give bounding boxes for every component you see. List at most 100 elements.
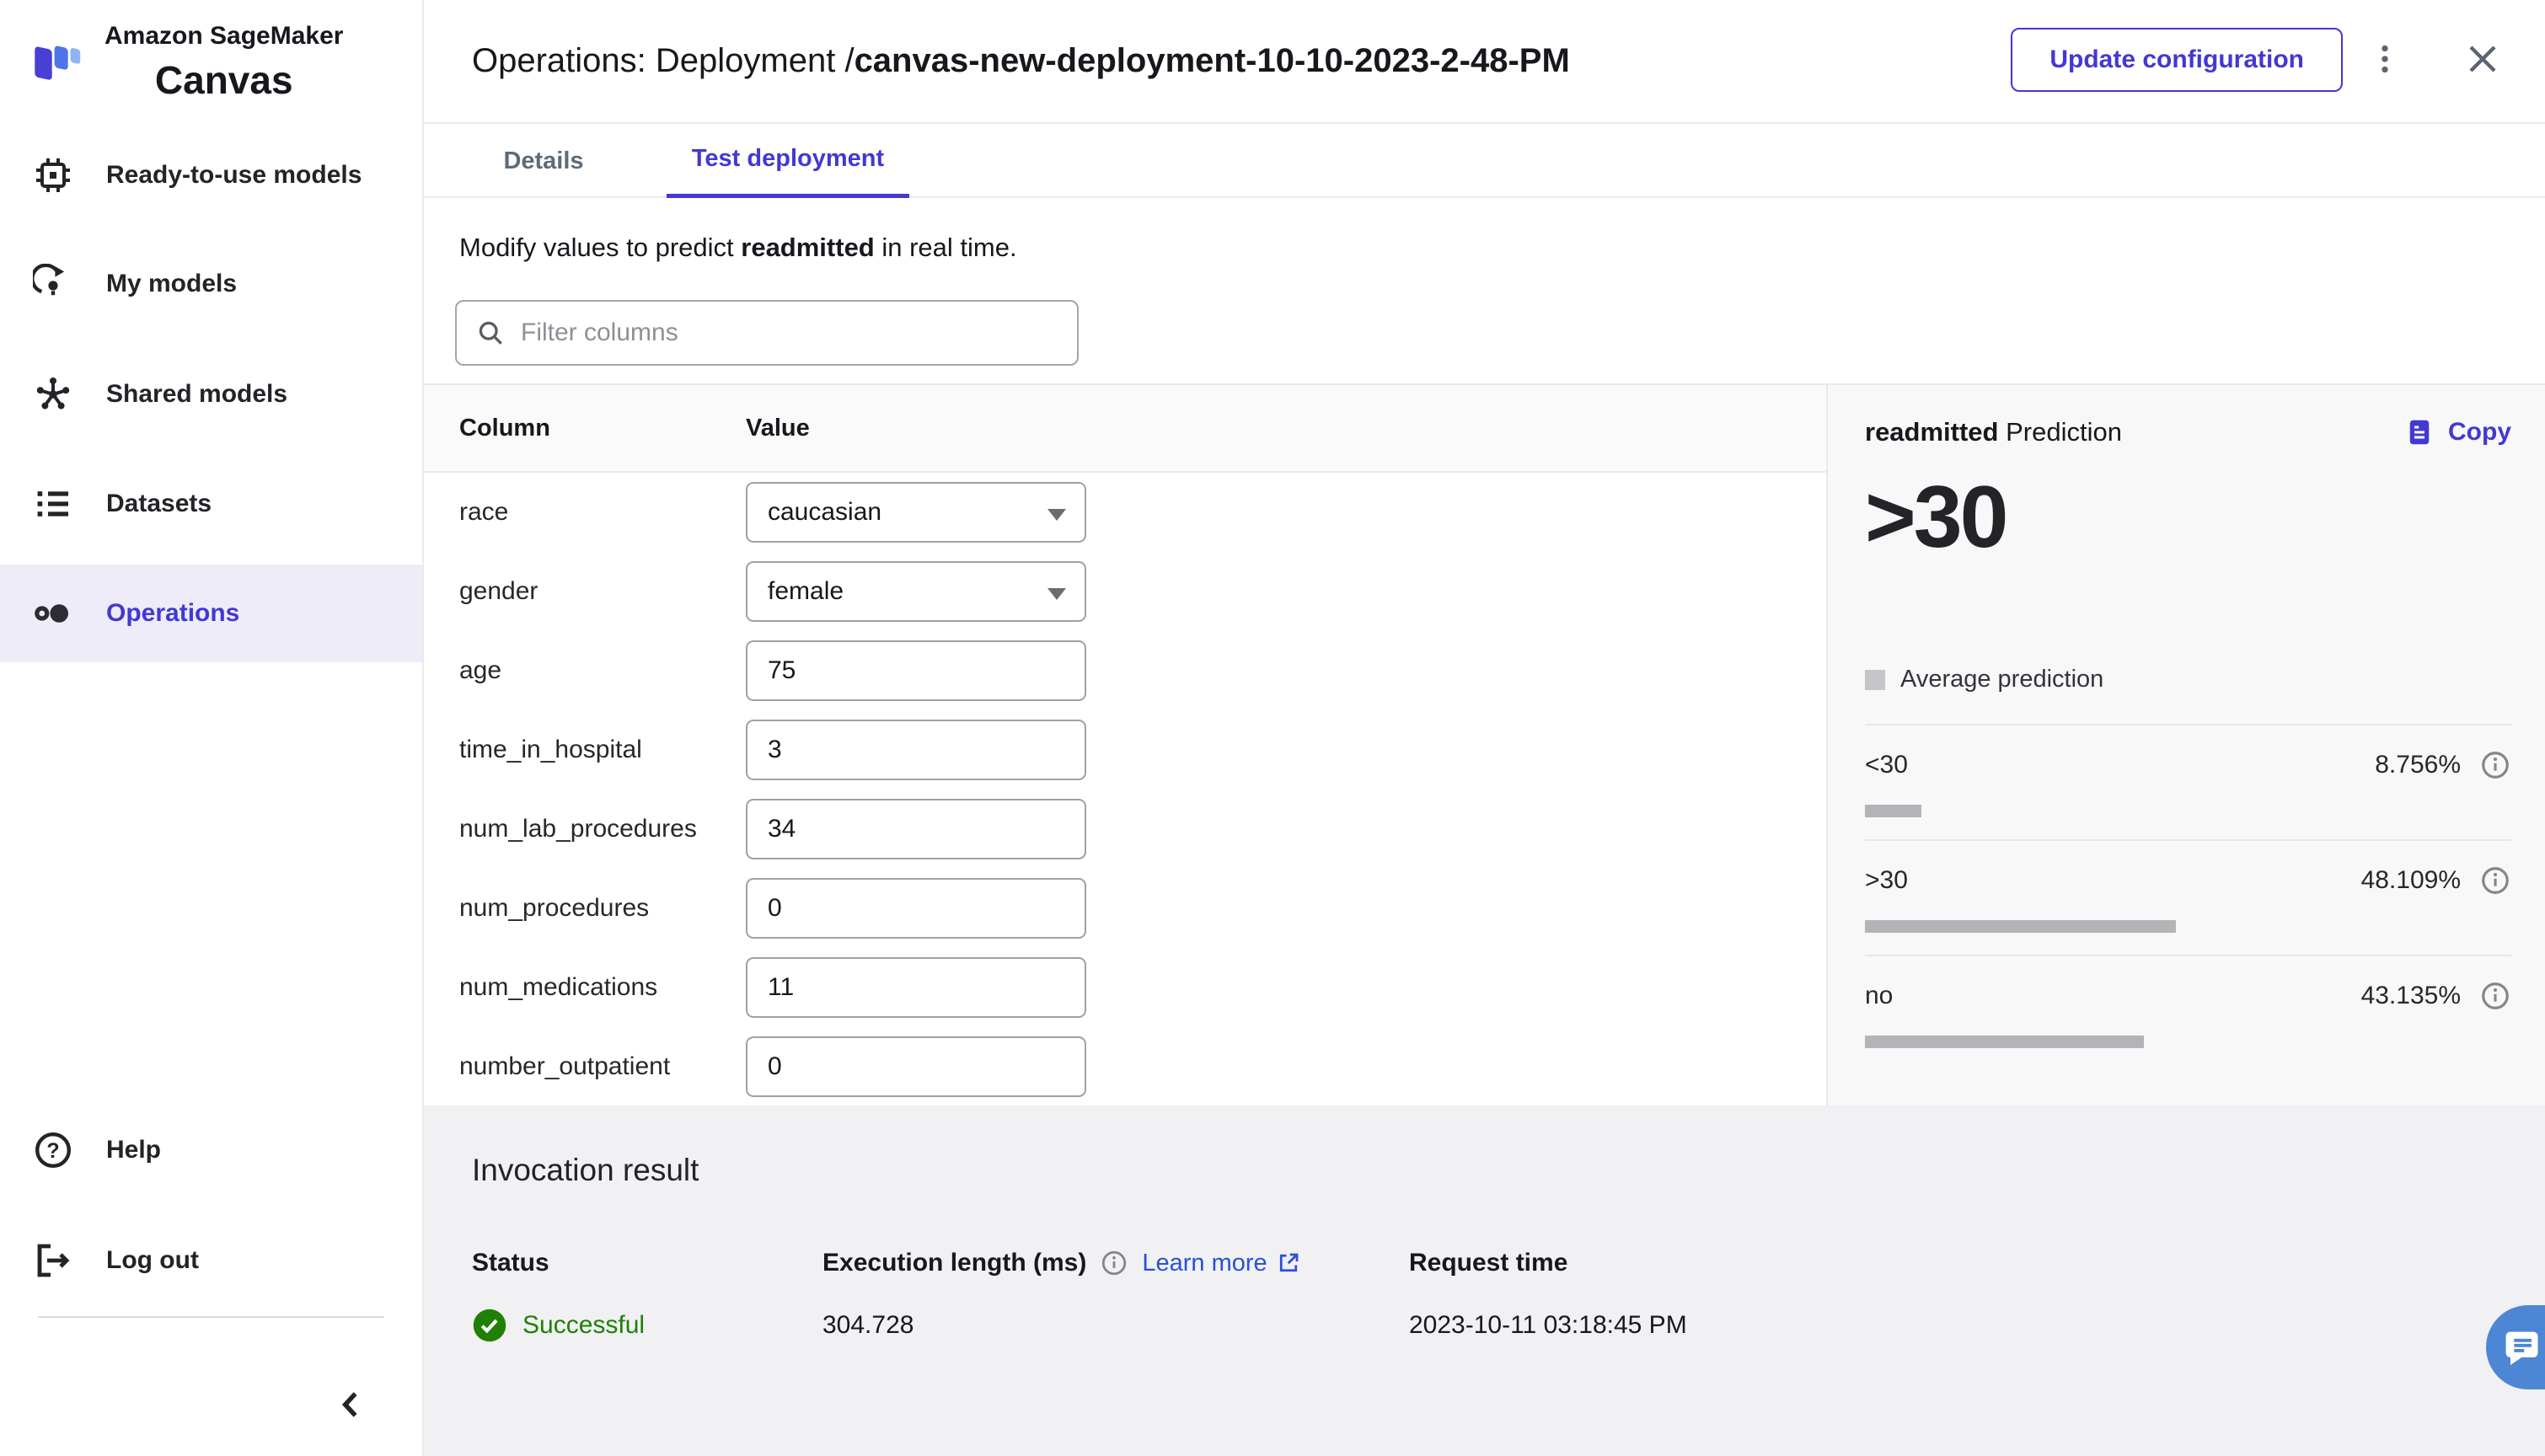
copy-icon [2409,420,2430,445]
column-header: Column [459,414,550,442]
time-in-hospital-input[interactable] [746,720,1086,780]
num-procedures-input[interactable] [746,878,1086,939]
table-header-row: Column Value [424,383,1826,473]
chevron-down-icon [1047,509,1066,521]
brand-line1: Amazon SageMaker [104,22,344,50]
info-icon[interactable] [2479,749,2511,781]
update-configuration-button[interactable]: Update configuration [2011,28,2343,92]
probability-bar [1865,805,1922,817]
description-target-column: readmitted [741,233,875,262]
copy-label: Copy [2448,418,2511,446]
learn-more-label: Learn more [1142,1249,1267,1277]
table-row: time_in_hospital [424,710,1826,790]
sidebar: Amazon SageMaker Canvas Ready-to-use mod… [0,0,424,1456]
row-label: age [459,656,502,684]
request-time-header: Request time [1409,1249,1568,1277]
tab-test-deployment[interactable]: Test deployment [667,124,909,198]
age-input[interactable] [746,640,1086,701]
race-select[interactable]: caucasian [746,482,1086,543]
prediction-row: no 43.135% [1865,955,2511,1070]
filter-columns-input[interactable] [521,318,1058,347]
sidebar-item-help[interactable]: ? Help [0,1123,422,1177]
info-icon[interactable] [2479,980,2511,1012]
num-lab-procedures-input[interactable] [746,799,1086,859]
learn-more-link[interactable]: Learn more [1142,1250,1300,1277]
deployment-name: canvas-new-deployment-10-10-2023-2-48-PM [854,42,1570,79]
prediction-target-column: readmitted [1865,417,1999,447]
gender-select[interactable]: female [746,561,1086,622]
sidebar-item-label: Operations [106,599,240,627]
table-row: num_lab_procedures [424,790,1826,869]
brand-text: Amazon SageMaker Canvas [104,22,343,103]
prediction-row: <30 8.756% [1865,724,2511,839]
sidebar-item-label: Ready-to-use models [106,161,362,189]
execution-length-header: Execution length (ms) Learn more [822,1249,1409,1277]
info-icon[interactable] [1100,1249,1128,1277]
sidebar-item-logout[interactable]: Log out [0,1234,422,1287]
more-actions-button[interactable] [2358,32,2412,86]
tab-bar: Details Test deployment [424,124,2545,198]
table-row: number_outpatient [424,1027,1826,1106]
legend-label: Average prediction [1900,666,2104,693]
collapse-sidebar-button[interactable] [324,1378,378,1432]
row-label: race [459,498,509,526]
table-row: num_medications [424,948,1826,1027]
prediction-title-suffix: Prediction [1998,417,2122,447]
row-label: num_lab_procedures [459,815,697,843]
selected-value: female [768,577,844,605]
invocation-result-title: Invocation result [472,1153,699,1187]
status-text: Successful [522,1311,646,1339]
sidebar-item-label: Datasets [106,490,212,517]
num-medications-input[interactable] [746,957,1086,1018]
operations-circles-icon [32,592,74,634]
kebab-menu-icon [2382,45,2388,73]
table-row: race caucasian [424,473,1826,552]
brand: Amazon SageMaker Canvas [29,22,343,103]
invocation-result-section: Invocation result Status Execution lengt… [424,1105,2545,1456]
brand-line2: Canvas [154,58,293,102]
page-title: Operations: Deployment / canvas-new-depl… [472,0,1570,122]
selected-value: caucasian [768,498,882,526]
prediction-panel: readmitted Prediction Copy >30 Average p… [1828,383,2545,1105]
filter-columns-box [455,300,1079,366]
sidebar-item-operations[interactable]: Operations [0,565,422,662]
info-icon[interactable] [2479,864,2511,897]
svg-text:?: ? [46,1139,59,1163]
description-prefix: Modify values to predict [459,233,742,262]
chevron-left-icon [341,1392,357,1417]
close-button[interactable] [2456,32,2510,86]
sidebar-item-label: My models [106,270,238,297]
close-icon [2469,46,2496,72]
model-retrain-icon [32,263,74,305]
logout-icon [32,1239,74,1282]
sagemaker-canvas-logo-icon [35,46,81,80]
description-suffix: in real time. [874,233,1017,262]
success-check-icon [473,1309,506,1342]
chip-icon [32,154,74,196]
sidebar-item-label: Log out [106,1246,199,1274]
sidebar-item-shared-models[interactable]: Shared models [0,367,422,421]
tab-details[interactable]: Details [472,124,615,198]
class-label: >30 [1865,866,1908,894]
sidebar-item-ready-to-use-models[interactable]: Ready-to-use models [0,148,422,202]
class-label: no [1865,982,1894,1009]
row-label: num_medications [459,973,658,1001]
number-outpatient-input[interactable] [746,1036,1086,1097]
page-header: Operations: Deployment / canvas-new-depl… [424,0,2545,124]
copy-button[interactable]: Copy [2404,417,2511,447]
status-header: Status [472,1249,549,1277]
prediction-title: readmitted Prediction [1865,417,2122,447]
table-row: num_procedures [424,869,1826,948]
class-label: <30 [1865,751,1908,779]
row-label: num_procedures [459,894,650,922]
probability-bar [1865,1036,2144,1048]
prediction-probabilities: <30 8.756% >30 48.109% no 43.135% [1865,724,2511,1070]
chat-icon [2505,1331,2538,1366]
search-icon [479,321,502,345]
row-label: number_outpatient [459,1052,671,1080]
execution-length-label: Execution length (ms) [822,1249,1087,1277]
probability-bar [1865,920,2176,933]
sidebar-item-my-models[interactable]: My models [0,257,422,311]
sidebar-item-datasets[interactable]: Datasets [0,477,422,531]
table-row: age [424,631,1826,710]
